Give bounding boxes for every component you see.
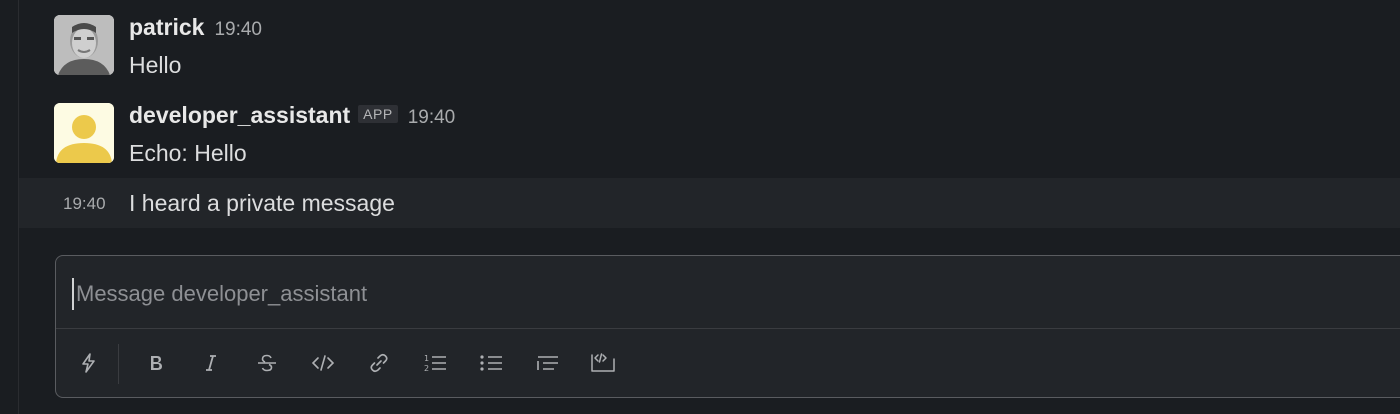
bulleted-list-icon[interactable]: [476, 348, 506, 378]
message-composer: 12: [55, 255, 1400, 398]
code-icon[interactable]: [308, 348, 338, 378]
message-input[interactable]: [72, 278, 1378, 310]
message-item: developer_assistant APP 19:40 Echo: Hello: [19, 90, 1400, 178]
avatar[interactable]: [54, 103, 114, 163]
message-item-continuation: 19:40 I heard a private message: [19, 178, 1400, 228]
toolbar-divider: [118, 344, 119, 384]
numbered-list-icon[interactable]: 12: [420, 348, 450, 378]
message-timestamp[interactable]: 19:40: [408, 107, 456, 128]
message-item: patrick 19:40 Hello: [19, 0, 1400, 90]
bold-icon[interactable]: [141, 348, 171, 378]
author-name[interactable]: patrick: [129, 14, 204, 40]
message-author[interactable]: patrick 19:40: [129, 14, 262, 41]
strikethrough-icon[interactable]: [252, 348, 282, 378]
lightning-icon[interactable]: [74, 348, 104, 378]
avatar[interactable]: [54, 15, 114, 75]
author-name[interactable]: developer_assistant: [129, 102, 350, 128]
code-block-icon[interactable]: [588, 348, 618, 378]
blockquote-icon[interactable]: [532, 348, 562, 378]
italic-icon[interactable]: [196, 348, 226, 378]
link-icon[interactable]: [364, 348, 394, 378]
message-text: Echo: Hello: [129, 140, 247, 166]
svg-text:1: 1: [424, 354, 429, 363]
composer-divider: [56, 328, 1400, 329]
formatting-toolbar: 12: [56, 342, 1400, 386]
message-text: I heard a private message: [129, 190, 395, 216]
sidebar-edge: [0, 0, 19, 414]
user-placeholder-icon: [54, 103, 114, 163]
message-timestamp[interactable]: 19:40: [214, 19, 262, 40]
message-author[interactable]: developer_assistant APP 19:40: [129, 102, 455, 129]
svg-text:2: 2: [424, 364, 429, 373]
app-badge: APP: [358, 105, 398, 123]
message-timestamp[interactable]: 19:40: [63, 194, 106, 214]
message-text: Hello: [129, 52, 182, 78]
